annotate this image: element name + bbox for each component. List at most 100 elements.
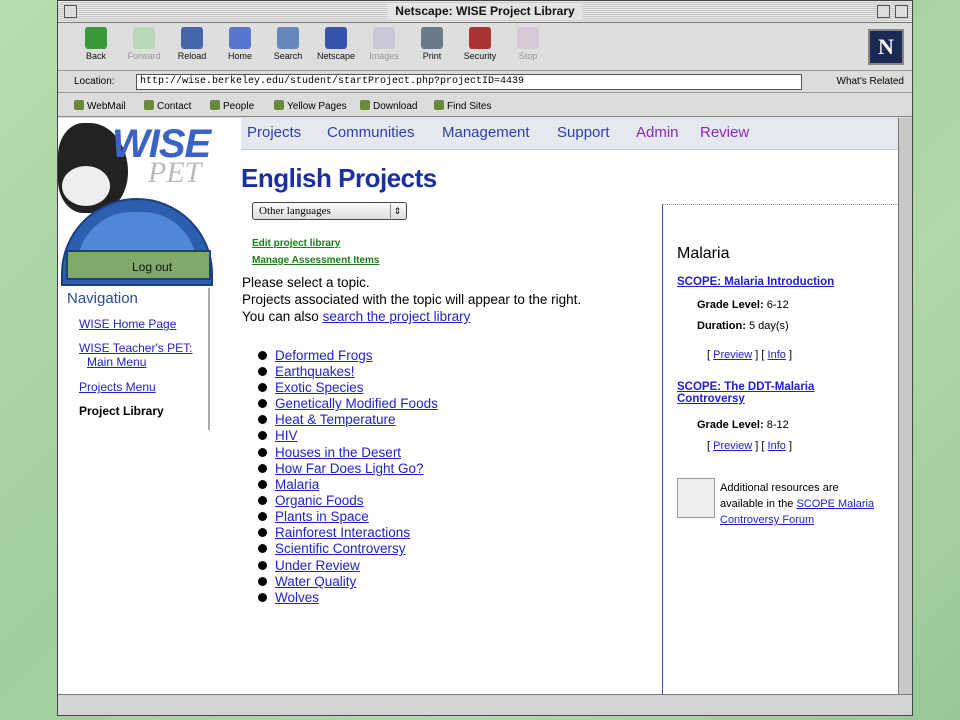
topic-link[interactable]: Organic Foods — [275, 493, 364, 508]
topic-link[interactable]: Scientific Controversy — [275, 541, 406, 556]
grade-level-row: Grade Level: 8-12 — [697, 419, 789, 431]
resources-text: Additional resources are available in th… — [720, 480, 875, 528]
nav-support[interactable]: Support — [557, 124, 610, 141]
nav-management[interactable]: Management — [442, 124, 530, 141]
whats-related-button[interactable]: What's Related — [837, 76, 905, 87]
list-item: Malaria — [258, 477, 319, 492]
intro-line-2: Projects associated with the topic will … — [242, 292, 582, 307]
nav-link-projects-menu[interactable]: Projects Menu — [79, 380, 156, 394]
security-button[interactable]: Security — [456, 27, 504, 61]
selected-topic-title: Malaria — [677, 245, 730, 262]
title-bar[interactable]: Netscape: WISE Project Library — [58, 1, 912, 23]
topic-link[interactable]: Exotic Species — [275, 380, 364, 395]
pet-logo: PET — [148, 156, 202, 189]
project-title-line-1: SCOPE: The DDT-Malaria — [677, 381, 815, 393]
bullet-icon — [258, 351, 267, 360]
project-link-ddt-malaria[interactable]: SCOPE: The DDT-Malaria Controversy — [677, 381, 814, 405]
project-link-malaria-intro[interactable]: SCOPE: Malaria Introduction — [677, 276, 834, 288]
stop-icon — [517, 27, 539, 49]
bullet-icon — [258, 367, 267, 376]
list-item: Houses in the Desert — [258, 445, 401, 460]
info-link[interactable]: Info — [768, 349, 786, 361]
nav-link-teachers-pet[interactable]: WISE Teacher's PET: — [79, 341, 192, 355]
vertical-scrollbar[interactable] — [898, 118, 912, 695]
list-item: Scientific Controversy — [258, 541, 406, 556]
list-item: Deformed Frogs — [258, 348, 373, 363]
bookmark-download[interactable]: Download — [360, 100, 417, 112]
lock-icon — [469, 27, 491, 49]
nav-review[interactable]: Review — [700, 124, 749, 141]
close-box[interactable] — [64, 5, 77, 18]
images-button[interactable]: Images — [360, 27, 408, 61]
edit-project-library-link[interactable]: Edit project library — [252, 238, 340, 249]
home-button[interactable]: Home — [216, 27, 264, 61]
window-title: Netscape: WISE Project Library — [387, 4, 583, 19]
preview-info-row: [ Preview ] [ Info ] — [707, 440, 793, 452]
bookmark-icon — [360, 100, 370, 110]
page-title: English Projects — [241, 163, 437, 193]
nav-admin[interactable]: Admin — [636, 124, 679, 141]
info-link[interactable]: Info — [768, 440, 786, 452]
topic-link[interactable]: Rainforest Interactions — [275, 525, 410, 540]
bullet-icon — [258, 448, 267, 457]
bookmark-contact[interactable]: Contact — [144, 100, 191, 112]
bookmark-icon — [74, 100, 84, 110]
collapse-box[interactable] — [895, 5, 908, 18]
location-bar: Location: http://wise.berkeley.edu/stude… — [58, 71, 912, 93]
location-label: Location: — [74, 76, 115, 87]
language-select-value: Other languages — [259, 205, 331, 217]
page-content: WISE PET Log out Navigation WISE Home Pa… — [58, 118, 899, 695]
topic-link[interactable]: Earthquakes! — [275, 364, 355, 379]
list-item: Water Quality — [258, 574, 356, 589]
list-item: Heat & Temperature — [258, 412, 396, 427]
reload-button[interactable]: Reload — [168, 27, 216, 61]
stop-button[interactable]: Stop — [504, 27, 552, 61]
updown-arrow-icon: ⇕ — [390, 204, 404, 218]
topic-link[interactable]: Houses in the Desert — [275, 445, 401, 460]
forward-button[interactable]: Forward — [120, 27, 168, 61]
topic-link[interactable]: Heat & Temperature — [275, 412, 396, 427]
zoom-box[interactable] — [877, 5, 890, 18]
language-select[interactable]: Other languages ⇕ — [252, 202, 407, 220]
bullet-icon — [258, 577, 267, 586]
browser-window: Netscape: WISE Project Library Back Forw… — [57, 0, 913, 716]
topic-link[interactable]: Under Review — [275, 558, 360, 573]
panda-face — [62, 166, 110, 206]
nav-communities[interactable]: Communities — [327, 124, 415, 141]
bullet-icon — [258, 496, 267, 505]
bookmark-people[interactable]: People — [210, 100, 254, 112]
bookmark-yellow-pages[interactable]: Yellow Pages — [274, 100, 347, 112]
bookmark-icon — [434, 100, 444, 110]
search-library-link[interactable]: search the project library — [323, 309, 471, 324]
topic-link[interactable]: How Far Does Light Go? — [275, 461, 424, 476]
logout-button[interactable]: Log out — [66, 250, 211, 280]
manage-assessment-items-link[interactable]: Manage Assessment Items — [252, 255, 379, 266]
url-field[interactable]: http://wise.berkeley.edu/student/startPr… — [136, 74, 802, 90]
home-icon — [229, 27, 251, 49]
nav-projects[interactable]: Projects — [247, 124, 301, 141]
topic-link[interactable]: Water Quality — [275, 574, 356, 589]
grade-level-value: 8-12 — [766, 419, 789, 431]
nav-link-wise-home[interactable]: WISE Home Page — [79, 317, 176, 331]
topic-link[interactable]: Wolves — [275, 590, 319, 605]
topic-link[interactable]: Deformed Frogs — [275, 348, 373, 363]
intro-text: Please select a topic. Projects associat… — [242, 274, 581, 325]
topic-link[interactable]: Plants in Space — [275, 509, 369, 524]
nav-link-main-menu[interactable]: Main Menu — [87, 355, 146, 369]
print-button[interactable]: Print — [408, 27, 456, 61]
bookmark-webmail[interactable]: WebMail — [74, 100, 126, 112]
netscape-logo[interactable]: N — [868, 29, 904, 65]
preview-link[interactable]: Preview — [713, 349, 752, 361]
search-button[interactable]: Search — [264, 27, 312, 61]
topic-link[interactable]: HIV — [275, 428, 298, 443]
bookmark-find-sites[interactable]: Find Sites — [434, 100, 491, 112]
duration-row: Duration: 5 day(s) — [697, 320, 789, 332]
back-button[interactable]: Back — [72, 27, 120, 61]
status-bar — [58, 694, 912, 715]
topic-link[interactable]: Malaria — [275, 477, 319, 492]
topic-link[interactable]: Genetically Modified Foods — [275, 396, 438, 411]
bookmark-icon — [144, 100, 154, 110]
navigation-toolbar: Back Forward Reload Home Search Netscape… — [58, 23, 912, 71]
preview-link[interactable]: Preview — [713, 440, 752, 452]
netscape-button[interactable]: Netscape — [312, 27, 360, 61]
